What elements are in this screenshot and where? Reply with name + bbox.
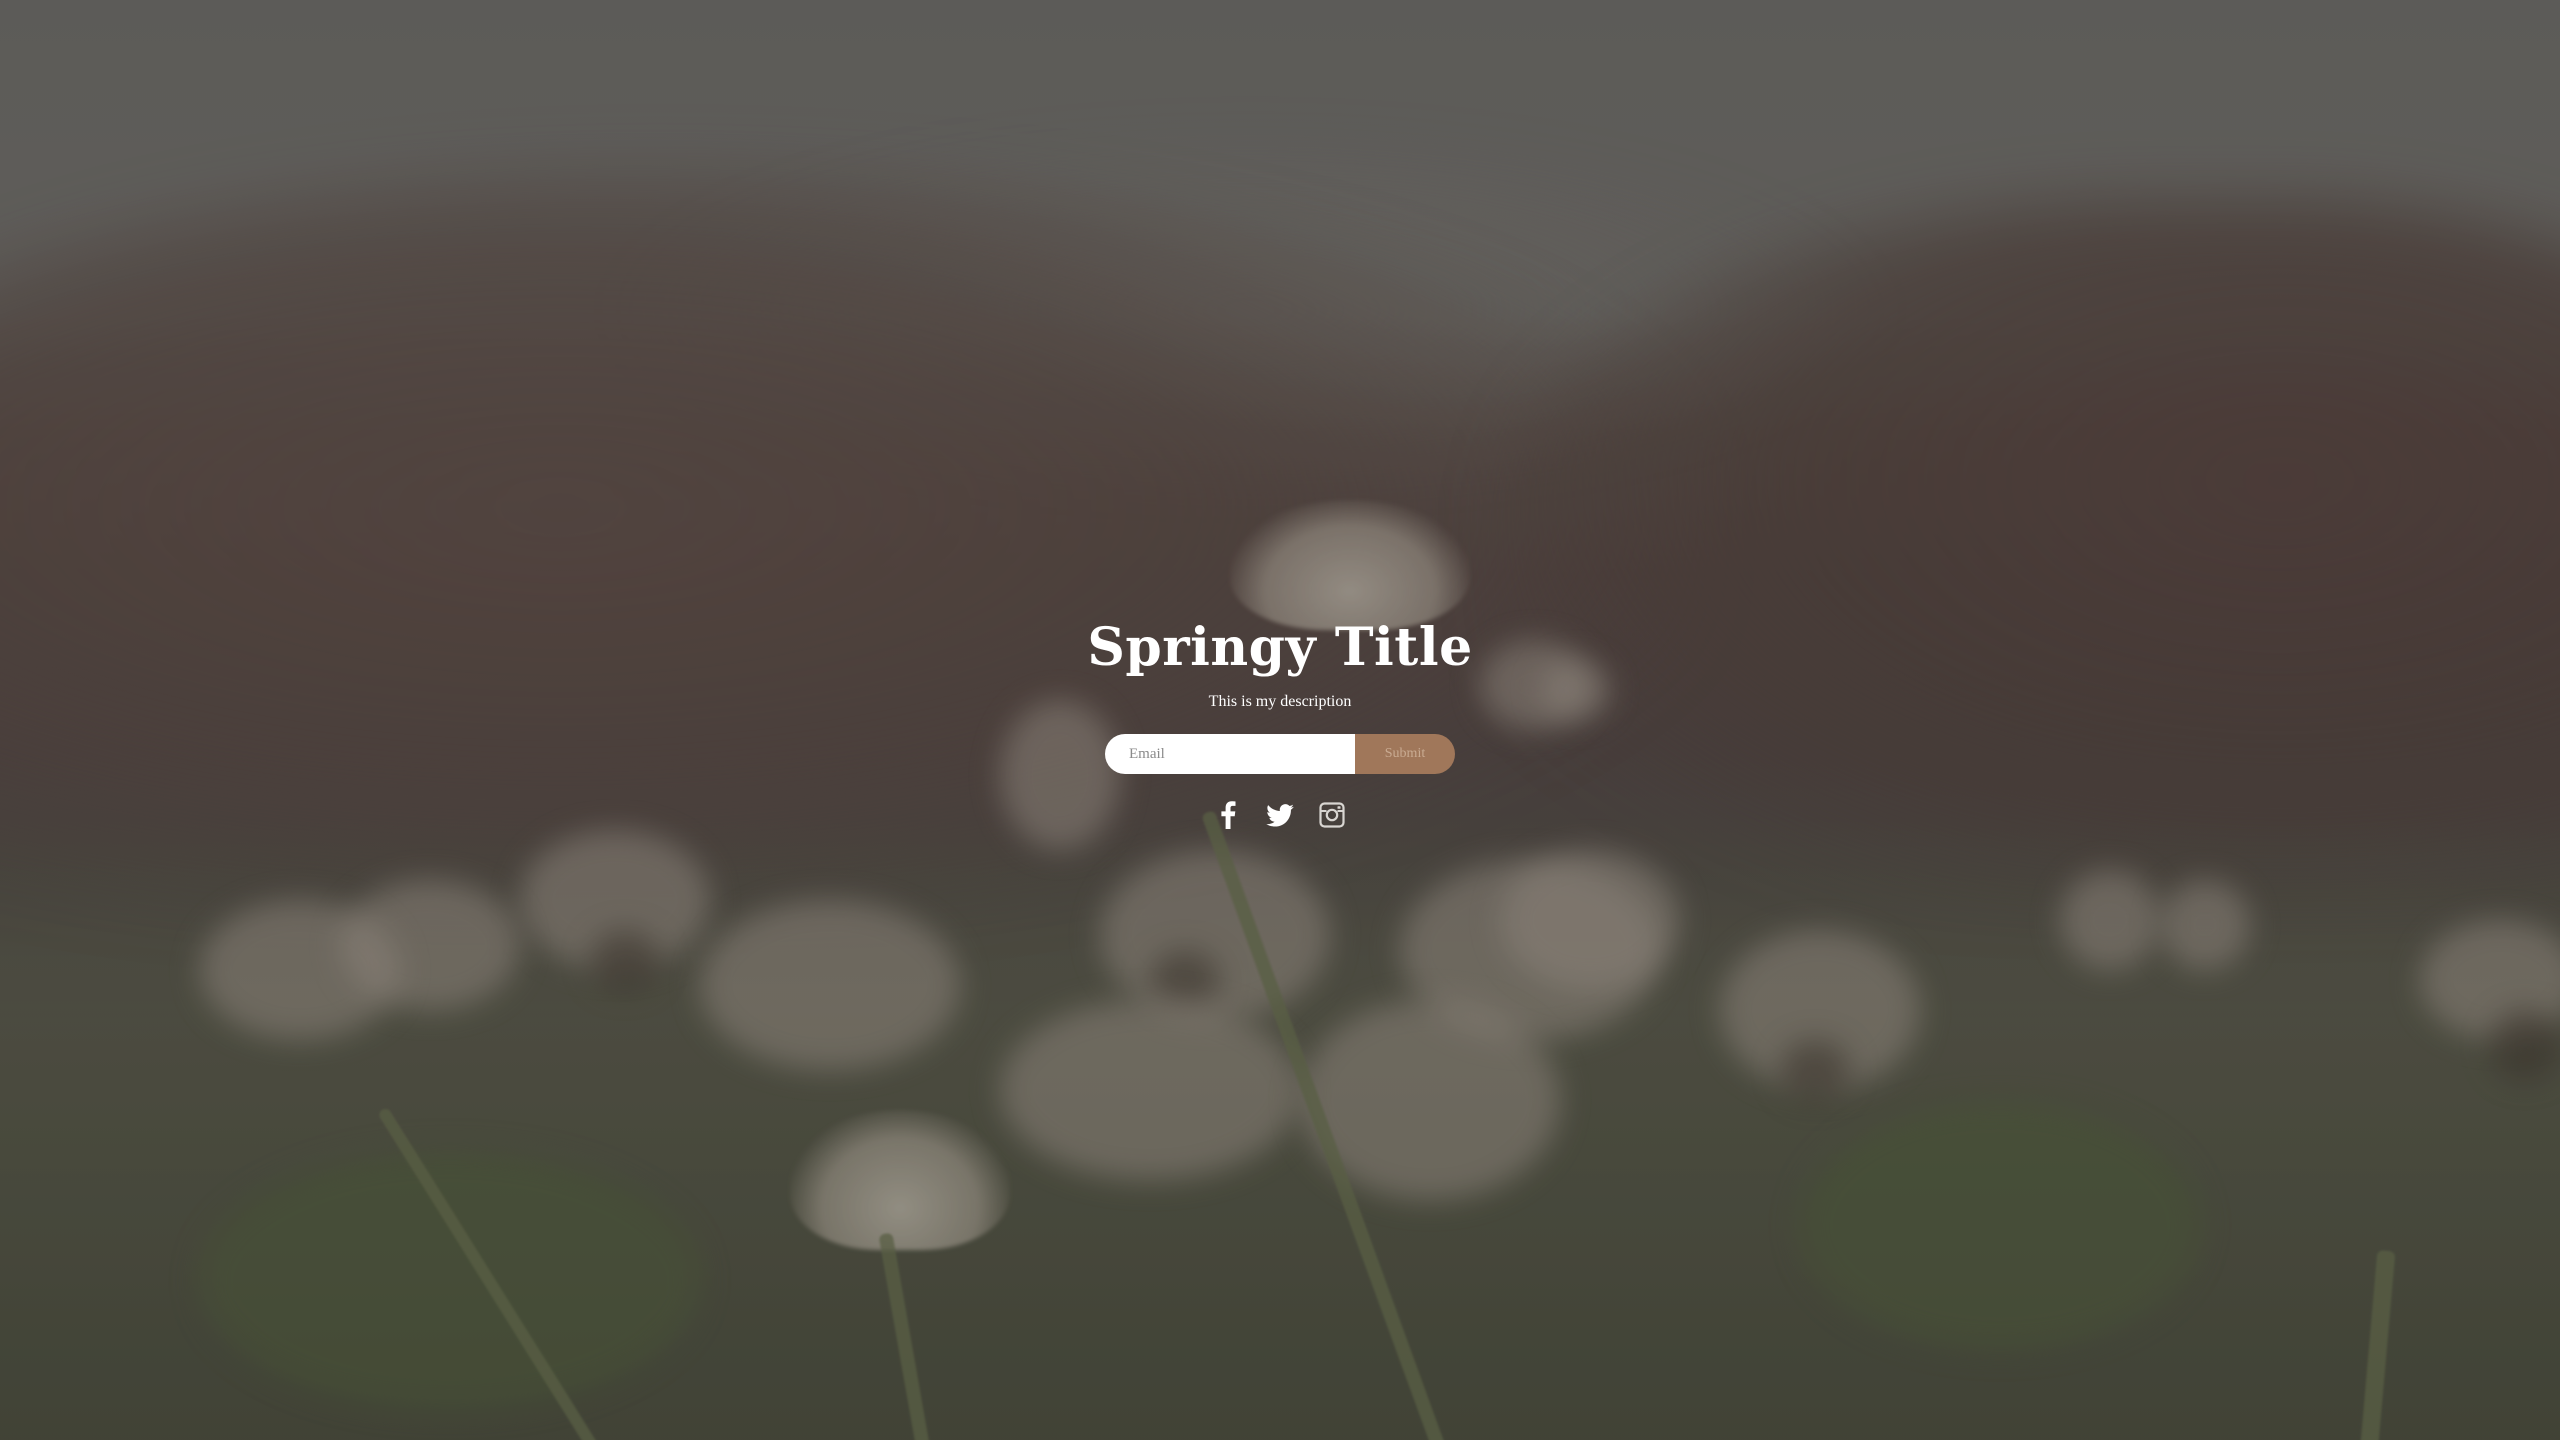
hero-section: Springy Title This is my description Sub… (0, 620, 2560, 830)
facebook-link[interactable] (1213, 800, 1243, 830)
instagram-link[interactable] (1317, 800, 1347, 830)
submit-button[interactable]: Submit (1355, 734, 1455, 774)
instagram-icon (1319, 802, 1345, 828)
social-links (0, 800, 2560, 830)
signup-form: Submit (1105, 734, 1455, 774)
email-input[interactable] (1105, 734, 1355, 774)
page-description: This is my description (1208, 693, 1352, 710)
page-title: Springy Title (1087, 617, 1473, 678)
facebook-icon (1220, 801, 1236, 829)
landing-page: Springy Title This is my description Sub… (0, 0, 2560, 1440)
twitter-link[interactable] (1265, 800, 1295, 830)
twitter-icon (1266, 803, 1294, 827)
